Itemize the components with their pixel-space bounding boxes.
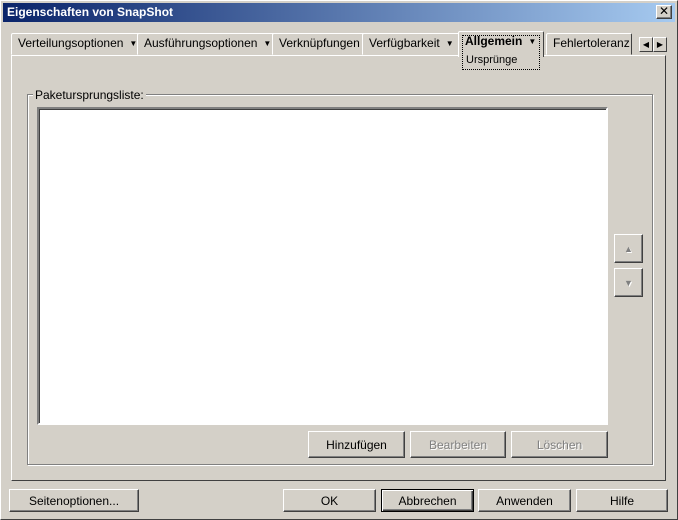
delete-button[interactable]: Löschen bbox=[511, 431, 608, 458]
tab-label: Verteilungsoptionen bbox=[18, 36, 124, 50]
help-button[interactable]: Hilfe bbox=[576, 489, 668, 512]
move-down-button[interactable]: ▼ bbox=[614, 268, 643, 297]
add-button[interactable]: Hinzufügen bbox=[308, 431, 405, 458]
ok-button[interactable]: OK bbox=[283, 489, 376, 512]
subtab-urspruenge[interactable]: Ursprünge bbox=[463, 53, 539, 67]
tab-ausfuehrungsoptionen[interactable]: Ausführungsoptionen ▼ bbox=[137, 33, 279, 55]
edit-button[interactable]: Bearbeiten bbox=[410, 431, 506, 458]
close-button[interactable]: ✕ bbox=[656, 5, 672, 19]
tab-label: Ausführungsoptionen bbox=[144, 36, 258, 50]
tab-label: Verfügbarkeit bbox=[369, 36, 440, 50]
page-options-button[interactable]: Seitenoptionen... bbox=[9, 489, 139, 512]
package-source-list[interactable] bbox=[37, 107, 608, 425]
properties-dialog: Eigenschaften von SnapShot ✕ Verteilungs… bbox=[0, 0, 678, 520]
apply-button[interactable]: Anwenden bbox=[478, 489, 571, 512]
group-label: Paketursprungsliste: bbox=[33, 88, 146, 102]
tab-verfuegbarkeit[interactable]: Verfügbarkeit ▼ bbox=[362, 33, 461, 55]
chevron-down-icon[interactable]: ▼ bbox=[528, 32, 536, 51]
tab-verknuepfungen[interactable]: Verknüpfungen bbox=[272, 33, 367, 55]
chevron-down-icon[interactable]: ▼ bbox=[263, 34, 271, 53]
tab-scroll: ◀ ▶ bbox=[639, 36, 667, 52]
close-icon: ✕ bbox=[658, 4, 670, 18]
tab-label: Verknüpfungen bbox=[279, 36, 360, 50]
tab-label: Allgemein bbox=[465, 34, 523, 48]
scroll-right-icon[interactable]: ▶ bbox=[653, 37, 667, 52]
tab-verteilungsoptionen[interactable]: Verteilungsoptionen ▼ bbox=[11, 33, 145, 55]
title-bar[interactable]: Eigenschaften von SnapShot ✕ bbox=[3, 3, 675, 22]
tab-fehlertoleranz[interactable]: Fehlertoleranz bbox=[546, 33, 632, 55]
move-up-button[interactable]: ▲ bbox=[614, 234, 643, 263]
arrow-down-icon: ▼ bbox=[624, 277, 633, 288]
cancel-button[interactable]: Abbrechen bbox=[381, 489, 474, 512]
chevron-down-icon[interactable]: ▼ bbox=[446, 34, 454, 53]
tab-label: Fehlertoleranz bbox=[553, 36, 630, 50]
arrow-up-icon: ▲ bbox=[624, 243, 633, 254]
scroll-left-icon[interactable]: ◀ bbox=[639, 37, 653, 52]
window-title: Eigenschaften von SnapShot bbox=[7, 5, 174, 19]
